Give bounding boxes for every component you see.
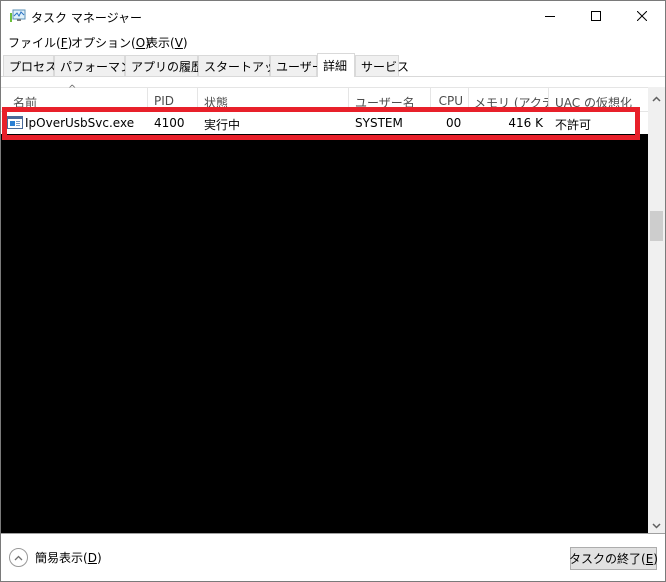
menu-view-suffix: ) bbox=[182, 36, 188, 50]
maximize-icon bbox=[591, 10, 601, 24]
scrollbar-thumb[interactable] bbox=[650, 211, 663, 241]
column-header-memory[interactable]: メモリ (アクテ... bbox=[469, 88, 549, 112]
process-list[interactable]: ^ 名前 PID 状態 ユーザー名 CPU メモリ (アクテ... UAC の仮… bbox=[1, 84, 665, 533]
scroll-down-button[interactable] bbox=[648, 516, 665, 533]
scroll-up-button[interactable] bbox=[648, 89, 665, 106]
column-header-name[interactable]: 名前 bbox=[1, 88, 148, 112]
fewer-details-label: 簡易表示(D) bbox=[35, 549, 102, 566]
menu-view[interactable]: 表示(V) bbox=[146, 34, 188, 51]
process-icon bbox=[7, 116, 23, 129]
tab-users[interactable]: ユーザー bbox=[270, 55, 324, 76]
menu-view-key: V bbox=[174, 36, 183, 50]
maximize-button[interactable] bbox=[573, 1, 619, 32]
tab-services[interactable]: サービス bbox=[355, 55, 409, 76]
tab-startup[interactable]: スタートアップ bbox=[198, 55, 288, 76]
cell-memory: 416 K bbox=[508, 116, 543, 130]
window-title: タスク マネージャー bbox=[31, 11, 142, 25]
end-task-text: タスクの終了( bbox=[569, 552, 646, 566]
tab-performance[interactable]: パフォーマンス bbox=[54, 55, 144, 76]
minimize-button[interactable] bbox=[527, 1, 573, 32]
column-header-status[interactable]: 状態 bbox=[198, 88, 349, 112]
menu-view-label: 表示( bbox=[146, 36, 175, 50]
cell-username: SYSTEM bbox=[355, 116, 403, 130]
task-manager-icon bbox=[10, 9, 26, 23]
close-button[interactable] bbox=[619, 1, 665, 32]
table-row[interactable]: IpOverUsbSvc.exe 4100 実行中 SYSTEM 00 416 … bbox=[1, 112, 648, 134]
fewer-details-button[interactable]: 簡易表示(D) bbox=[9, 548, 102, 567]
table-header: ^ 名前 PID 状態 ユーザー名 CPU メモリ (アクテ... UAC の仮… bbox=[1, 84, 648, 112]
fewer-details-text: 簡易表示( bbox=[35, 551, 88, 565]
menu-options-key: O bbox=[135, 36, 146, 50]
cell-status: 実行中 bbox=[204, 118, 241, 132]
minimize-icon bbox=[545, 10, 555, 24]
menu-file[interactable]: ファイル(F) bbox=[8, 34, 72, 51]
fewer-details-key: D bbox=[87, 551, 97, 565]
chevron-up-icon bbox=[652, 91, 661, 105]
tab-bar: プロセス パフォーマンス アプリの履歴 スタートアップ ユーザー 詳細 サービス bbox=[1, 52, 665, 77]
end-task-button[interactable]: タスクの終了(E) bbox=[569, 547, 658, 570]
end-task-suffix: ) bbox=[653, 551, 658, 566]
cell-uac: 不許可 bbox=[555, 118, 592, 132]
fewer-details-suffix: ) bbox=[96, 551, 102, 565]
chevron-down-icon bbox=[652, 518, 661, 532]
column-header-cpu[interactable]: CPU bbox=[431, 88, 469, 112]
menu-options[interactable]: オプション(O) bbox=[71, 34, 150, 51]
tab-app-history[interactable]: アプリの履歴 bbox=[125, 55, 203, 76]
task-manager-window: タスク マネージャー ファイル(F) オプション(O) 表示(V) プロセス パ… bbox=[0, 0, 666, 582]
menu-bar: ファイル(F) オプション(O) 表示(V) bbox=[1, 32, 665, 52]
column-header-pid[interactable]: PID bbox=[148, 88, 198, 112]
tab-details[interactable]: 詳細 bbox=[317, 53, 355, 77]
title-bar[interactable]: タスク マネージャー bbox=[1, 1, 665, 32]
column-header-uac[interactable]: UAC の仮想化 bbox=[549, 88, 648, 112]
end-task-key: E bbox=[645, 551, 654, 566]
cell-name: IpOverUsbSvc.exe bbox=[25, 116, 135, 130]
footer: 簡易表示(D) タスクの終了(E) bbox=[1, 533, 665, 581]
chevron-up-circle-icon bbox=[9, 548, 28, 567]
vertical-scrollbar[interactable] bbox=[648, 87, 665, 533]
tab-processes[interactable]: プロセス bbox=[3, 55, 57, 76]
menu-options-label: オプション( bbox=[71, 36, 136, 50]
menu-file-label: ファイル( bbox=[8, 36, 61, 50]
column-header-username[interactable]: ユーザー名 bbox=[349, 88, 431, 112]
close-icon bbox=[636, 10, 648, 24]
cell-cpu: 00 bbox=[446, 116, 462, 130]
menu-file-key: F bbox=[60, 36, 68, 50]
cell-pid: 4100 bbox=[154, 116, 185, 130]
